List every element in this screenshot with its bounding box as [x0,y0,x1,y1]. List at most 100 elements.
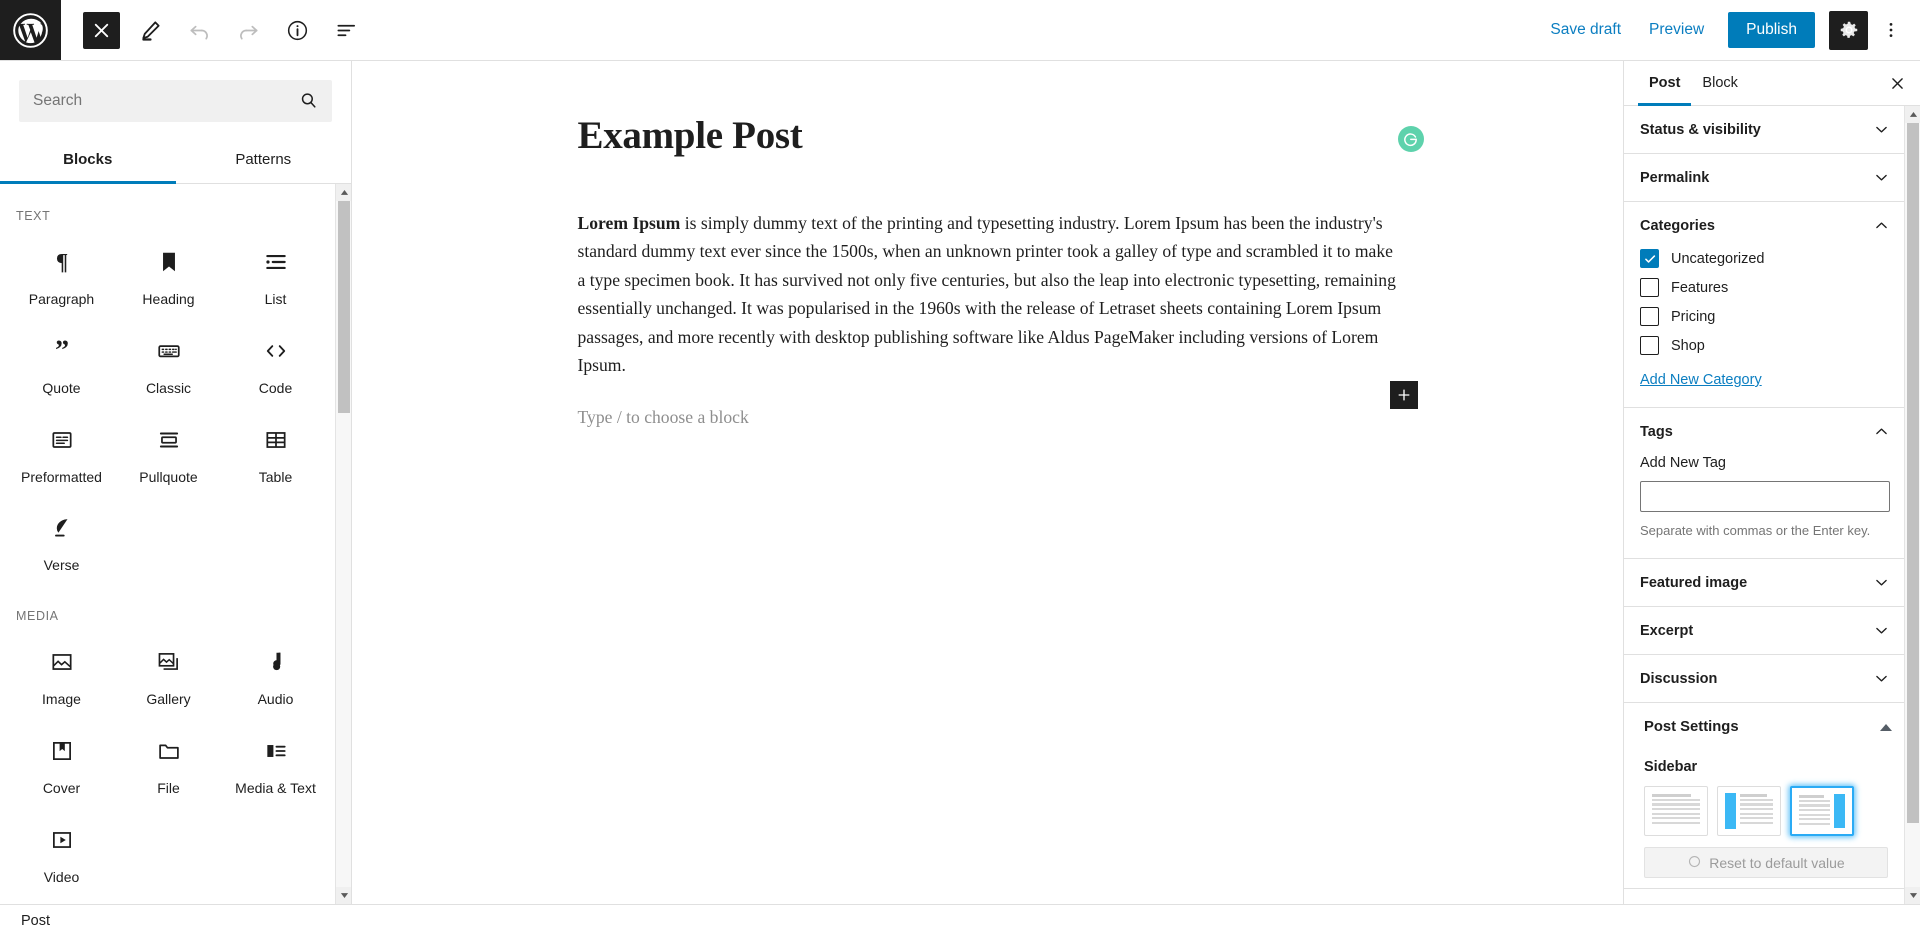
breadcrumb[interactable]: Post [21,913,50,929]
block-media-text[interactable]: Media & Text [222,718,329,807]
panel-title: Excerpt [1640,622,1694,639]
publish-button[interactable]: Publish [1728,12,1815,48]
block-verse[interactable]: Verse [8,495,115,584]
block-video[interactable]: Video [8,807,115,896]
checkbox-checked-icon[interactable] [1640,249,1659,268]
scrollbar-thumb[interactable] [1907,123,1919,823]
reset-to-default-button[interactable]: Reset to default value [1644,847,1888,879]
settings-scrollbar[interactable] [1904,106,1920,904]
table-grid-icon [263,425,289,455]
search-field-wrapper [19,80,332,122]
details-button[interactable] [279,12,316,49]
block-paragraph[interactable]: ¶ Paragraph [8,229,115,318]
save-draft-button[interactable]: Save draft [1536,13,1635,47]
block-label: Code [258,379,293,396]
checkbox-icon[interactable] [1640,336,1659,355]
block-preformatted[interactable]: Preformatted [8,407,115,496]
tab-block[interactable]: Block [1691,62,1748,106]
panel-header[interactable]: Excerpt [1624,607,1906,654]
svg-text:”: ” [54,338,68,364]
folder-icon [156,736,182,766]
tab-post[interactable]: Post [1638,62,1692,106]
grid-filler [115,807,222,896]
pullquote-bars-icon [156,425,182,455]
close-sidebar-button[interactable] [1880,66,1914,100]
checkbox-icon[interactable] [1640,307,1659,326]
settings-tabs: Post Block [1624,61,1920,106]
wordpress-logo-icon[interactable] [0,0,61,60]
panel-permalink: Permalink [1624,154,1906,202]
category-pricing[interactable]: Pricing [1640,307,1890,326]
editor-body: Blocks Patterns TEXT ¶ Paragraph [0,61,1920,904]
post-title-input[interactable]: Example Post [578,113,1398,160]
panel-header[interactable]: Permalink [1624,154,1906,201]
block-table[interactable]: Table [222,407,329,496]
block-inserter-panel: Blocks Patterns TEXT ¶ Paragraph [0,61,352,904]
editor-canvas-wrapper: Example Post Lorem Ipsum is simply dummy… [352,61,1623,904]
category-uncategorized[interactable]: Uncategorized [1640,249,1890,268]
scroll-up-arrow[interactable] [1905,106,1920,123]
block-classic[interactable]: Classic [115,318,222,407]
sidebar-layout-options [1644,786,1888,837]
more-options-button[interactable] [1874,11,1908,49]
settings-gear-button[interactable] [1829,10,1868,50]
paragraph-block[interactable]: Lorem Ipsum is simply dummy text of the … [578,209,1398,380]
panel-excerpt: Excerpt [1624,607,1906,656]
checkbox-icon[interactable] [1640,278,1659,297]
undo-button[interactable] [181,12,218,49]
post-settings-header[interactable]: Post Settings [1624,703,1906,749]
panel-header[interactable]: Status & visibility [1624,106,1906,153]
preview-button[interactable]: Preview [1635,13,1718,47]
layout-option-no-sidebar[interactable] [1644,786,1708,837]
empty-block-placeholder[interactable]: Type / to choose a block [578,407,1398,428]
svg-text:¶: ¶ [55,250,67,275]
category-shop[interactable]: Shop [1640,336,1890,355]
panel-header[interactable]: Discussion [1624,655,1906,702]
block-cover[interactable]: Cover [8,718,115,807]
list-view-button[interactable] [328,12,365,49]
scroll-up-arrow[interactable] [336,184,351,201]
add-block-button[interactable] [1389,381,1418,409]
preformatted-box-icon [49,425,75,455]
inserter-scrollbar[interactable] [335,184,351,904]
scroll-down-arrow[interactable] [1905,887,1920,904]
block-list[interactable]: List [222,229,329,318]
close-editor-button[interactable] [83,11,120,49]
categories-list: Uncategorized Features Pricing Shop Add … [1624,249,1906,407]
block-file[interactable]: File [115,718,222,807]
tab-blocks[interactable]: Blocks [0,139,176,184]
block-heading[interactable]: Heading [115,229,222,318]
layout-option-left-sidebar[interactable] [1717,786,1781,837]
block-audio[interactable]: Audio [222,629,329,718]
music-note-icon [263,647,289,677]
category-features[interactable]: Features [1640,278,1890,297]
redo-button[interactable] [230,12,267,49]
grid-filler [222,807,329,896]
block-quote[interactable]: ” Quote [8,318,115,407]
panel-header[interactable]: Categories [1624,202,1906,249]
add-new-category-link[interactable]: Add New Category [1640,372,1762,388]
panel-title: Post Settings [1644,719,1739,736]
panel-header[interactable]: Tags [1624,408,1906,455]
add-new-tag-input[interactable] [1640,481,1890,512]
scrollbar-thumb[interactable] [338,201,350,413]
edit-mode-button[interactable] [132,12,169,49]
block-code[interactable]: Code [222,318,329,407]
block-image[interactable]: Image [8,629,115,718]
editor-canvas[interactable]: Example Post Lorem Ipsum is simply dummy… [352,61,1623,904]
chevron-up-icon [1873,423,1890,440]
tab-patterns[interactable]: Patterns [176,139,352,184]
inserter-scroll-area: TEXT ¶ Paragraph Heading List ” Quote Cl… [0,184,351,904]
scroll-down-arrow[interactable] [336,887,351,904]
grammarly-g-icon[interactable] [1397,126,1424,152]
search-input[interactable] [19,80,332,122]
post-content-area: Example Post Lorem Ipsum is simply dummy… [568,113,1424,428]
block-label: Table [258,468,293,485]
block-pullquote[interactable]: Pullquote [115,407,222,496]
block-gallery[interactable]: Gallery [115,629,222,718]
inserter-tabs: Blocks Patterns [0,139,351,184]
panel-header[interactable]: Featured image [1624,559,1906,606]
paragraph-pilcrow-icon: ¶ [49,247,75,277]
block-label: Media & Text [235,779,316,796]
layout-option-right-sidebar[interactable] [1790,786,1854,837]
